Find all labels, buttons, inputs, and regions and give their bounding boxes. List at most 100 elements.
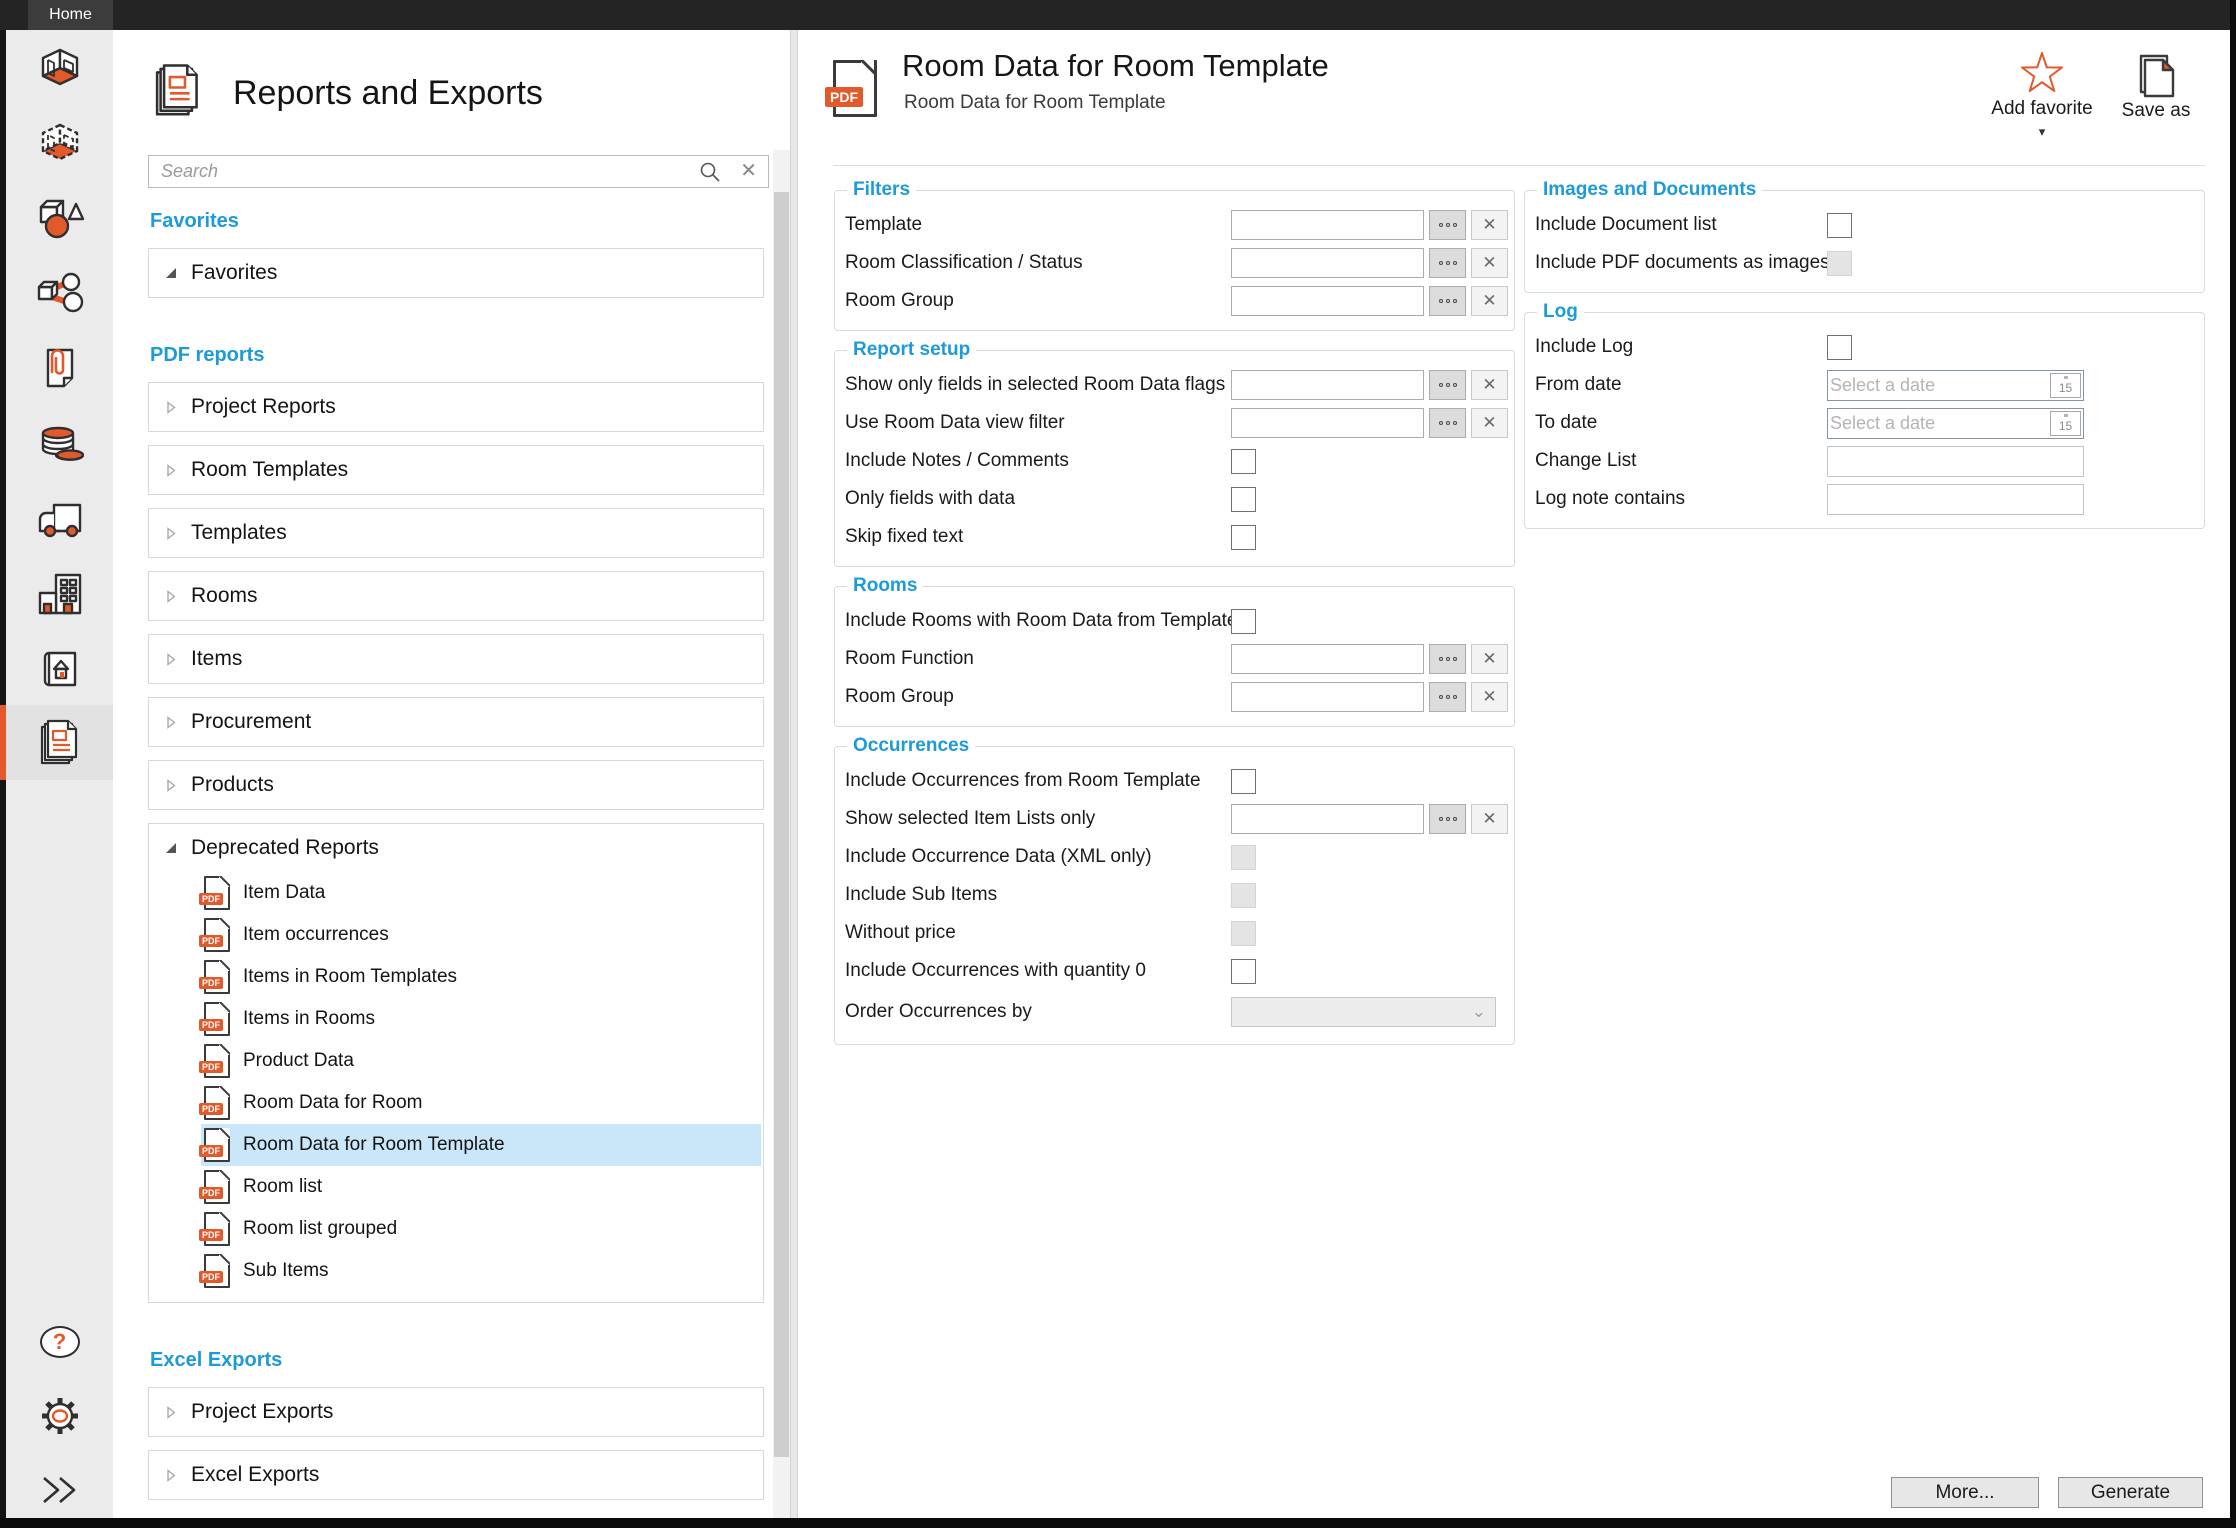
nav-products[interactable]	[6, 255, 113, 330]
report-item-room-data-for-room[interactable]: PDFRoom Data for Room	[201, 1082, 761, 1124]
nav-buildings[interactable]	[6, 555, 113, 630]
more-button[interactable]: More...	[1891, 1477, 2039, 1508]
room-group-input[interactable]	[1231, 682, 1424, 712]
search-input[interactable]	[148, 155, 769, 188]
group-header-favorites[interactable]: Favorites	[149, 249, 763, 297]
include-occurrences-with-quantity-0-checkbox[interactable]	[1231, 959, 1256, 984]
show-selected-item-lists-only-browse-button[interactable]	[1429, 804, 1466, 834]
include-document-list-checkbox[interactable]	[1827, 213, 1852, 238]
show-only-fields-in-selected-room-data-flags-input[interactable]	[1231, 370, 1424, 400]
report-item-label: Sub Items	[243, 1260, 329, 1282]
report-item-item-occurrences[interactable]: PDFItem occurrences	[201, 914, 761, 956]
group-header-project-exports[interactable]: Project Exports	[149, 1388, 763, 1436]
group-label: Products	[191, 773, 274, 797]
use-room-data-view-filter-browse-button[interactable]	[1429, 408, 1466, 438]
show-selected-item-lists-only-input[interactable]	[1231, 804, 1424, 834]
nav-catalog[interactable]	[6, 630, 113, 705]
show-only-fields-in-selected-room-data-flags-browse-button[interactable]	[1429, 370, 1466, 400]
report-item-room-data-for-room-template[interactable]: PDFRoom Data for Room Template	[201, 1124, 761, 1166]
room-function-input[interactable]	[1231, 644, 1424, 674]
report-item-product-data[interactable]: PDFProduct Data	[201, 1040, 761, 1082]
room-group-clear-button[interactable]: ✕	[1471, 286, 1508, 316]
group-templates: Templates	[148, 508, 764, 558]
use-room-data-view-filter-input[interactable]	[1231, 408, 1424, 438]
include-occurrences-from-room-template-checkbox[interactable]	[1231, 769, 1256, 794]
show-only-fields-in-selected-room-data-flags-clear-button[interactable]: ✕	[1471, 370, 1508, 400]
save-as-button[interactable]: Save as	[2110, 52, 2202, 122]
nav-expand[interactable]	[6, 1470, 113, 1510]
form-row-room-function: Room Function✕	[845, 640, 1508, 678]
pdf-file-icon: PDF	[204, 1044, 230, 1078]
include-rooms-with-room-data-from-template-checkbox[interactable]	[1231, 609, 1256, 634]
room-group-browse-button[interactable]	[1429, 682, 1466, 712]
group-header-templates[interactable]: Templates	[149, 509, 763, 557]
log-note-contains-input[interactable]	[1827, 484, 2084, 515]
generate-button[interactable]: Generate	[2058, 1477, 2203, 1508]
room-group-browse-button[interactable]	[1429, 286, 1466, 316]
nav-documents[interactable]	[6, 330, 113, 405]
group-header-rooms[interactable]: Rooms	[149, 572, 763, 620]
calendar-icon[interactable]: 15	[2050, 373, 2081, 398]
template-browse-button[interactable]	[1429, 210, 1466, 240]
field-label: Use Room Data view filter	[845, 412, 1231, 434]
field-label: Include Rooms with Room Data from Templa…	[845, 610, 1231, 632]
room-classification-status-clear-button[interactable]: ✕	[1471, 248, 1508, 278]
include-log-checkbox[interactable]	[1827, 335, 1852, 360]
nav-reports[interactable]	[6, 705, 113, 780]
report-item-items-in-rooms[interactable]: PDFItems in Rooms	[201, 998, 761, 1040]
calendar-dot	[2064, 376, 2068, 379]
expand-icon	[166, 653, 176, 666]
only-fields-with-data-checkbox[interactable]	[1231, 487, 1256, 512]
group-header-products[interactable]: Products	[149, 761, 763, 809]
fieldset-filters: FiltersTemplate✕Room Classification / St…	[834, 190, 1515, 331]
panel-scrollbar[interactable]	[773, 150, 790, 1518]
pdf-file-icon: PDF	[204, 876, 230, 910]
nav-logistics[interactable]	[6, 480, 113, 555]
group-header-items[interactable]: Items	[149, 635, 763, 683]
calendar-icon[interactable]: 15	[2050, 411, 2081, 436]
panel-scrollbar-thumb[interactable]	[774, 192, 789, 1457]
use-room-data-view-filter-clear-button[interactable]: ✕	[1471, 408, 1508, 438]
room-group-clear-button[interactable]: ✕	[1471, 682, 1508, 712]
room-function-clear-button[interactable]: ✕	[1471, 644, 1508, 674]
template-clear-button[interactable]: ✕	[1471, 210, 1508, 240]
change-list-input[interactable]	[1827, 446, 2084, 477]
group-header-deprecated-reports[interactable]: Deprecated Reports	[149, 824, 763, 872]
group-header-room-templates[interactable]: Room Templates	[149, 446, 763, 494]
group-header-project-reports[interactable]: Project Reports	[149, 383, 763, 431]
to-date-input[interactable]	[1830, 413, 2050, 434]
report-item-room-list[interactable]: PDFRoom list	[201, 1166, 761, 1208]
room-classification-status-input[interactable]	[1231, 248, 1424, 278]
nav-finance[interactable]	[6, 405, 113, 480]
group-label: Project Reports	[191, 395, 336, 419]
report-item-item-data[interactable]: PDFItem Data	[201, 872, 761, 914]
from-date-input[interactable]	[1830, 375, 2050, 396]
search-icon[interactable]	[699, 161, 721, 183]
from-date-datepicker: 15	[1827, 370, 2084, 401]
form-row-change-list: Change List	[1535, 442, 2198, 480]
nav-help[interactable]: ?	[6, 1320, 113, 1364]
report-item-items-in-room-templates[interactable]: PDFItems in Room Templates	[201, 956, 761, 998]
nav-items[interactable]	[6, 180, 113, 255]
room-classification-status-browse-button[interactable]	[1429, 248, 1466, 278]
template-input[interactable]	[1231, 210, 1424, 240]
include-notes-comments-checkbox[interactable]	[1231, 449, 1256, 474]
room-group-input[interactable]	[1231, 286, 1424, 316]
show-selected-item-lists-only-clear-button[interactable]: ✕	[1471, 804, 1508, 834]
skip-fixed-text-checkbox[interactable]	[1231, 525, 1256, 550]
form-row-without-price: Without price	[845, 914, 1508, 952]
fieldset-legend: Filters	[847, 179, 916, 201]
add-favorite-button[interactable]: Add favorite ▾	[1990, 52, 2094, 143]
navigation-rail: ?	[6, 30, 113, 1518]
room-function-browse-button[interactable]	[1429, 644, 1466, 674]
group-header-excel-exports[interactable]: Excel Exports	[149, 1451, 763, 1499]
report-item-room-list-grouped[interactable]: PDFRoom list grouped	[201, 1208, 761, 1250]
nav-rooms[interactable]	[6, 30, 113, 105]
nav-room-templates[interactable]	[6, 105, 113, 180]
tab-home[interactable]: Home	[28, 0, 113, 30]
search-clear-icon[interactable]: ✕	[740, 158, 757, 183]
group-header-procurement[interactable]: Procurement	[149, 698, 763, 746]
nav-settings[interactable]	[6, 1394, 113, 1438]
form-row-only-fields-with-data: Only fields with data	[845, 480, 1508, 518]
report-item-sub-items[interactable]: PDFSub Items	[201, 1250, 761, 1292]
